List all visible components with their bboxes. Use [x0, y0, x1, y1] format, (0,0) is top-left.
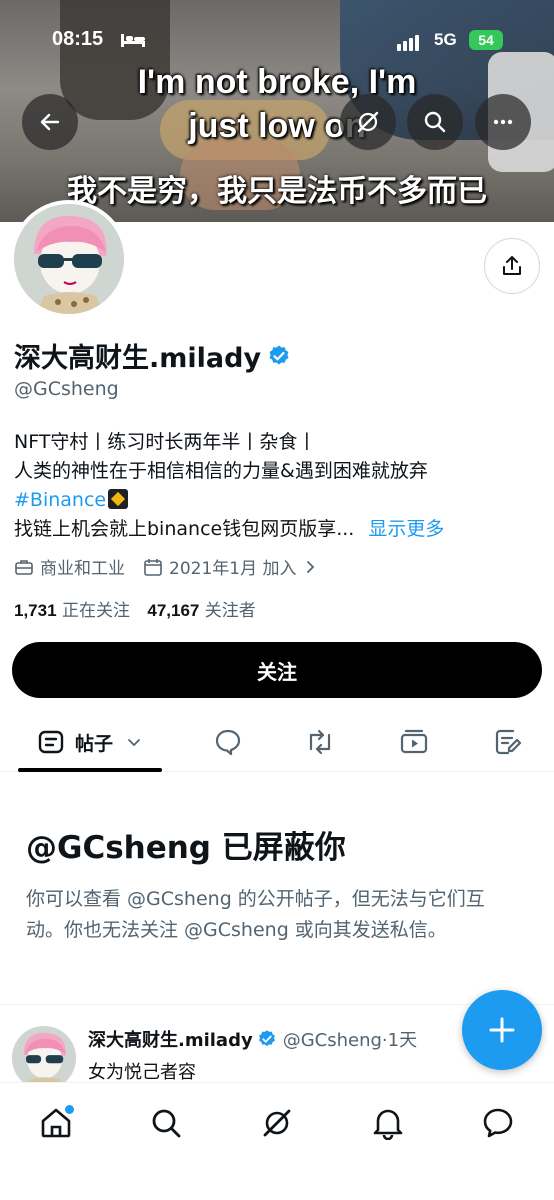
- banner-subtitle-en-2: just low on: [188, 107, 366, 145]
- arrow-left-icon: [40, 113, 60, 131]
- grok-button[interactable]: [340, 94, 396, 150]
- milady-avatar-icon: [12, 1026, 76, 1090]
- bio-line: 人类的神性在于相信相信的力量&遇到困难就放弃: [14, 460, 428, 482]
- briefcase-icon: [15, 559, 33, 575]
- verified-badge-icon[interactable]: [267, 344, 291, 368]
- tab-posts-label: 帖子: [74, 732, 113, 755]
- signal-icon: [397, 32, 421, 51]
- tab-media[interactable]: [390, 712, 438, 772]
- chevron-down-icon: [128, 739, 140, 747]
- bio-text: 找链上机会就上binance钱包网页版享...: [14, 518, 355, 540]
- share-icon: [503, 256, 521, 275]
- post-text[interactable]: 女为悦己者容: [88, 1058, 196, 1084]
- grok-icon: [357, 111, 379, 133]
- battery-indicator: 54: [469, 30, 503, 50]
- profile-name-text: 深大高财生.milady: [14, 343, 262, 374]
- repost-icon: [309, 729, 331, 755]
- follow-stats: 1,731 正在关注 47,167 关注者: [14, 596, 256, 621]
- followers-label: 关注者: [204, 601, 256, 621]
- category-item: 商业和工业: [14, 554, 125, 579]
- posts-icon: [38, 730, 64, 754]
- profile-tabs: 帖子: [0, 712, 554, 772]
- follow-button[interactable]: 关注: [12, 642, 542, 698]
- search-icon: [152, 1109, 181, 1138]
- nav-home[interactable]: [34, 1101, 78, 1145]
- profile-name: 深大高财生.milady: [14, 336, 291, 375]
- compose-button[interactable]: [462, 990, 542, 1070]
- show-more-link[interactable]: 显示更多: [368, 518, 444, 540]
- bio-line: NFT守村丨练习时长两年半丨杂食丨: [14, 431, 317, 453]
- reply-icon: [215, 729, 241, 756]
- calendar-icon: [144, 558, 162, 576]
- bio-line: 找链上机会就上binance钱包网页版享... 显示更多: [14, 515, 544, 544]
- following-count: 1,731: [14, 601, 57, 620]
- bottom-navigation: [0, 1082, 554, 1200]
- binance-logo-icon: [108, 489, 129, 509]
- tab-reposts[interactable]: [296, 712, 344, 772]
- blocked-title: @GCsheng 已屏蔽你: [26, 830, 346, 866]
- tab-posts[interactable]: 帖子: [18, 712, 162, 772]
- search-icon: [424, 111, 446, 133]
- milady-avatar-icon: [14, 204, 124, 314]
- more-button[interactable]: [475, 94, 531, 150]
- hashtag-link[interactable]: #Binance: [14, 489, 106, 511]
- chat-bubble-icon: [483, 1108, 513, 1138]
- notification-dot: [65, 1105, 74, 1114]
- tab-replies[interactable]: [204, 712, 252, 772]
- avatar-image: [14, 204, 124, 314]
- banner-subtitle-en-1: I'm not broke, I'm: [137, 63, 417, 101]
- profile-meta: 商业和工业 2021年1月 加入: [14, 554, 342, 579]
- chevron-right-icon: [307, 560, 315, 573]
- profile-avatar[interactable]: [10, 200, 128, 318]
- followers-count: 47,167: [147, 601, 200, 620]
- following-label: 正在关注: [61, 601, 130, 621]
- network-type: 5G: [434, 30, 457, 49]
- nav-messages[interactable]: [476, 1101, 520, 1145]
- category-text: 商业和工业: [40, 559, 125, 579]
- tab-articles[interactable]: [484, 712, 532, 772]
- back-button[interactable]: [22, 94, 78, 150]
- post-author-name[interactable]: 深大高财生.milady: [88, 1026, 253, 1052]
- blocked-desc-line: 动。你也无法关注 @GCsheng 或向其发送私信。: [26, 919, 447, 941]
- plus-icon: [489, 1017, 515, 1043]
- status-time: 08:15: [52, 28, 104, 50]
- post-header: 深大高财生.milady @GCsheng·1天: [88, 1026, 417, 1052]
- bell-icon: [373, 1109, 403, 1140]
- nav-search[interactable]: [144, 1101, 188, 1145]
- following-link[interactable]: 1,731 正在关注: [14, 601, 130, 621]
- video-icon: [400, 729, 428, 754]
- share-button[interactable]: [484, 238, 540, 294]
- more-dots-icon: [493, 119, 513, 125]
- followers-link[interactable]: 47,167 关注者: [147, 601, 255, 621]
- blocked-description: 你可以查看 @GCsheng 的公开帖子，但无法与它们互 动。你也无法关注 @G…: [26, 884, 530, 946]
- sleep-icon: [121, 34, 145, 47]
- status-bar: 08:15 5G 54: [0, 24, 554, 60]
- article-edit-icon: [495, 729, 522, 755]
- joined-text: 2021年1月 加入: [169, 559, 297, 579]
- post-avatar[interactable]: [12, 1026, 76, 1090]
- search-button[interactable]: [407, 94, 463, 150]
- profile-bio: NFT守村丨练习时长两年半丨杂食丨 人类的神性在于相信相信的力量&遇到困难就放弃…: [14, 428, 544, 544]
- joined-item[interactable]: 2021年1月 加入: [143, 554, 324, 579]
- verified-badge-icon: [258, 1030, 275, 1047]
- blocked-desc-line: 你可以查看 @GCsheng 的公开帖子，但无法与它们互: [26, 888, 485, 910]
- nav-notifications[interactable]: [366, 1101, 410, 1145]
- grok-icon: [263, 1109, 291, 1137]
- profile-handle: @GCsheng: [14, 378, 119, 400]
- post-handle-time: @GCsheng·1天: [282, 1030, 418, 1051]
- bio-line: #Binance: [14, 486, 544, 515]
- nav-grok[interactable]: [255, 1101, 299, 1145]
- active-tab-indicator: [18, 768, 162, 772]
